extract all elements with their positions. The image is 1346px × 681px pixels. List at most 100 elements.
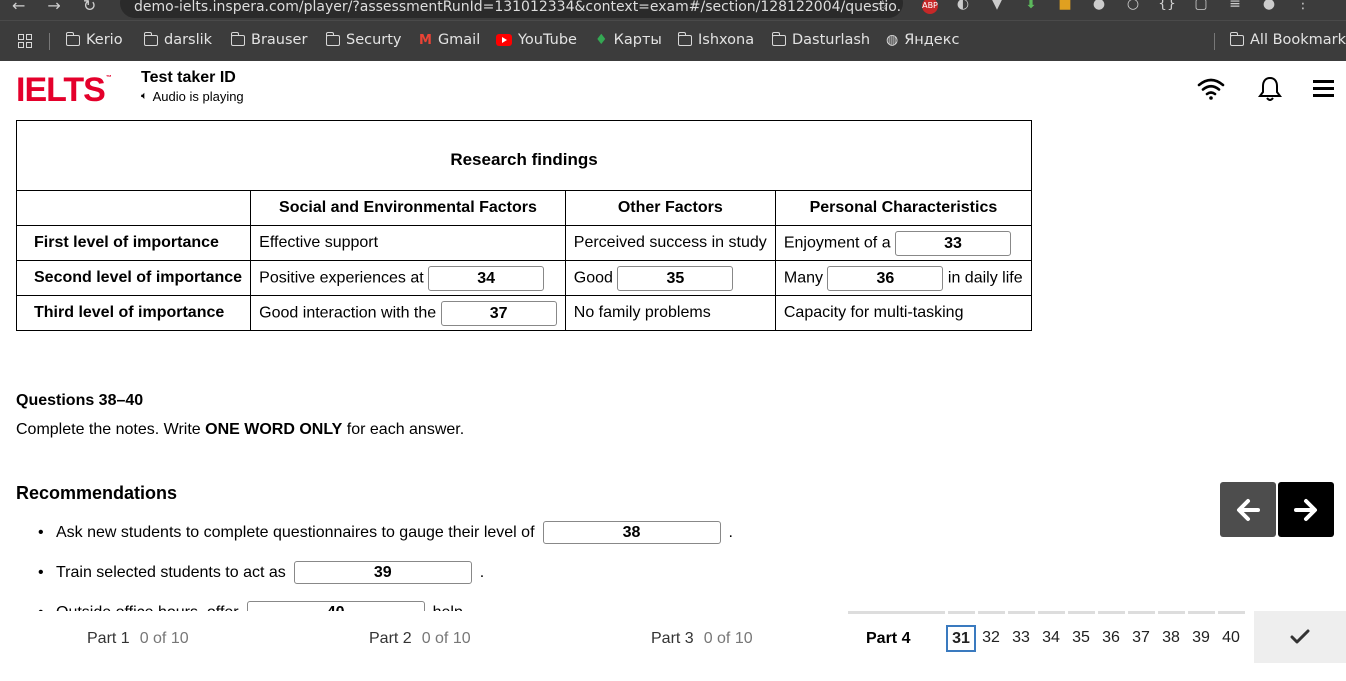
question-navigator: 31 32 33 34 35 36 37 38 39 40 [946, 625, 1246, 652]
answer-input-39[interactable]: 39 [293, 561, 472, 584]
bookmark-label: Securty [346, 32, 402, 48]
logo-text: IELTS [16, 71, 106, 109]
question-nav-34[interactable]: 34 [1036, 625, 1066, 652]
bookmark-brauser[interactable]: Brauser [230, 31, 308, 48]
arrow-left-icon [1237, 498, 1260, 521]
maps-pin-icon: ♦ [595, 32, 608, 48]
speaker-icon: 🔈︎ [141, 90, 148, 102]
instruction-text: for each answer. [342, 421, 465, 438]
all-bookmarks[interactable]: All Bookmarks [1229, 31, 1346, 48]
bookmark-yandex[interactable]: ◍ Яндекс [886, 32, 959, 48]
table-row: First level of importance Effective supp… [15, 225, 1033, 261]
question-nav-33[interactable]: 33 [1006, 625, 1036, 652]
bookmark-youtube[interactable]: YouTube [496, 32, 577, 48]
question-progress-bar [1038, 611, 1065, 614]
youtube-icon [496, 34, 512, 46]
submit-button[interactable] [1254, 611, 1346, 663]
bell-icon[interactable] [1256, 75, 1284, 103]
table-title: Research findings [16, 120, 1032, 191]
bookmark-ishxona[interactable]: Ishxona [677, 31, 754, 48]
forward-icon[interactable]: → [47, 0, 60, 15]
bookmark-label: YouTube [518, 32, 577, 48]
cell-text: Capacity for multi-tasking [783, 304, 964, 321]
bookmark-label: Карты [613, 32, 662, 48]
puzzle-extension-icon[interactable]: ▢ [1192, 0, 1210, 14]
part-count: 0 of 10 [421, 630, 471, 647]
row-header: Second level of importance [15, 260, 252, 296]
bookmark-label: All Bookmarks [1250, 32, 1346, 48]
bookmark-securty[interactable]: Securty [325, 31, 402, 48]
item-text: Train selected students to act as [56, 563, 286, 581]
answer-input-37[interactable]: 37 [440, 300, 557, 326]
answer-input-35[interactable]: 35 [617, 265, 734, 291]
grid-extension-icon[interactable]: ■ [1056, 0, 1074, 14]
table-cell: Effective support [250, 225, 566, 261]
filter-extension-icon[interactable]: ▼ [988, 0, 1006, 14]
question-nav-36[interactable]: 36 [1096, 625, 1126, 652]
table-cell: Positive experiences at 34 [250, 260, 566, 296]
reload-icon[interactable]: ↻ [83, 0, 96, 15]
bookmark-label: Dasturlash [792, 32, 871, 48]
question-nav-32[interactable]: 32 [976, 625, 1006, 652]
shield-extension-icon[interactable]: ◐ [954, 0, 972, 14]
bookmark-divider [49, 33, 50, 50]
circle-extension-icon[interactable]: ○ [1124, 0, 1142, 14]
part-4-tab[interactable]: Part 4 [866, 630, 910, 648]
item-text: . [479, 563, 485, 581]
answer-input-38[interactable]: 38 [542, 521, 721, 544]
more-menu-icon[interactable]: ⋮ [1294, 0, 1312, 14]
empty-header-cell [15, 190, 252, 226]
back-icon[interactable]: ← [12, 0, 25, 15]
cell-text: Many [783, 269, 823, 287]
answer-input-36[interactable]: 36 [827, 265, 944, 291]
answer-input-34[interactable]: 34 [428, 265, 545, 291]
bookmark-label: Kerio [86, 32, 123, 48]
download-extension-icon[interactable]: ⬇ [1022, 0, 1040, 14]
column-header: Personal Characteristics [774, 190, 1033, 226]
question-nav-40[interactable]: 40 [1216, 625, 1246, 652]
menu-icon[interactable] [1312, 75, 1340, 103]
bookmark-star-icon[interactable]: ☆ [876, 0, 889, 14]
list-item: • Ask new students to complete questionn… [38, 521, 733, 544]
table-row: Second level of importance Positive expe… [15, 260, 1033, 296]
folder-icon [230, 31, 245, 46]
question-nav-37[interactable]: 37 [1126, 625, 1156, 652]
part-1-tab[interactable]: Part 1 0 of 10 [87, 630, 189, 648]
globe-extension-icon[interactable]: ● [1090, 0, 1108, 14]
ielts-logo: IELTS ™ [16, 71, 112, 109]
bookmark-label: Яндекс [904, 32, 960, 48]
part-3-tab[interactable]: Part 3 0 of 10 [651, 630, 753, 648]
part-label: Part 1 [87, 630, 130, 647]
adblock-icon[interactable]: ABP [922, 0, 938, 14]
cell-text: No family problems [573, 304, 711, 321]
address-bar[interactable]: demo-ielts.inspera.com/player/?assessmen… [120, 0, 903, 18]
bookmark-gmail[interactable]: M Gmail [419, 32, 480, 48]
question-nav-38[interactable]: 38 [1156, 625, 1186, 652]
wifi-icon[interactable] [1197, 75, 1225, 103]
next-button[interactable] [1278, 482, 1334, 537]
bookmark-dasturlash[interactable]: Dasturlash [771, 31, 871, 48]
instruction-emphasis: ONE WORD ONLY [205, 421, 343, 438]
question-progress-bar [1158, 611, 1185, 614]
bookmark-divider [1214, 33, 1215, 50]
app-header: IELTS ™ Test taker ID 🔈︎ Audio is playing [0, 61, 1346, 117]
part-label: Part 2 [369, 630, 412, 647]
question-nav-31[interactable]: 31 [946, 625, 976, 652]
question-progress-bar [1188, 611, 1215, 614]
cell-text: Positive experiences at [259, 269, 424, 287]
question-progress-bar [1008, 611, 1035, 614]
apps-grid-icon[interactable] [18, 34, 32, 48]
part-2-tab[interactable]: Part 2 0 of 10 [369, 630, 471, 648]
profile-avatar-icon[interactable]: ● [1260, 0, 1278, 14]
bookmark-label: Brauser [251, 32, 308, 48]
bookmark-maps[interactable]: ♦ Карты [595, 32, 662, 48]
previous-button[interactable] [1220, 482, 1276, 537]
media-icon[interactable]: ≡ [1226, 0, 1244, 14]
question-nav-39[interactable]: 39 [1186, 625, 1216, 652]
question-nav-35[interactable]: 35 [1066, 625, 1096, 652]
code-extension-icon[interactable]: {} [1158, 0, 1176, 14]
bookmark-kerio[interactable]: Kerio [65, 31, 123, 48]
table-cell: Good interaction with the 37 [250, 295, 566, 331]
answer-input-33[interactable]: 33 [895, 230, 1012, 256]
bookmark-darslik[interactable]: darslik [143, 31, 212, 48]
